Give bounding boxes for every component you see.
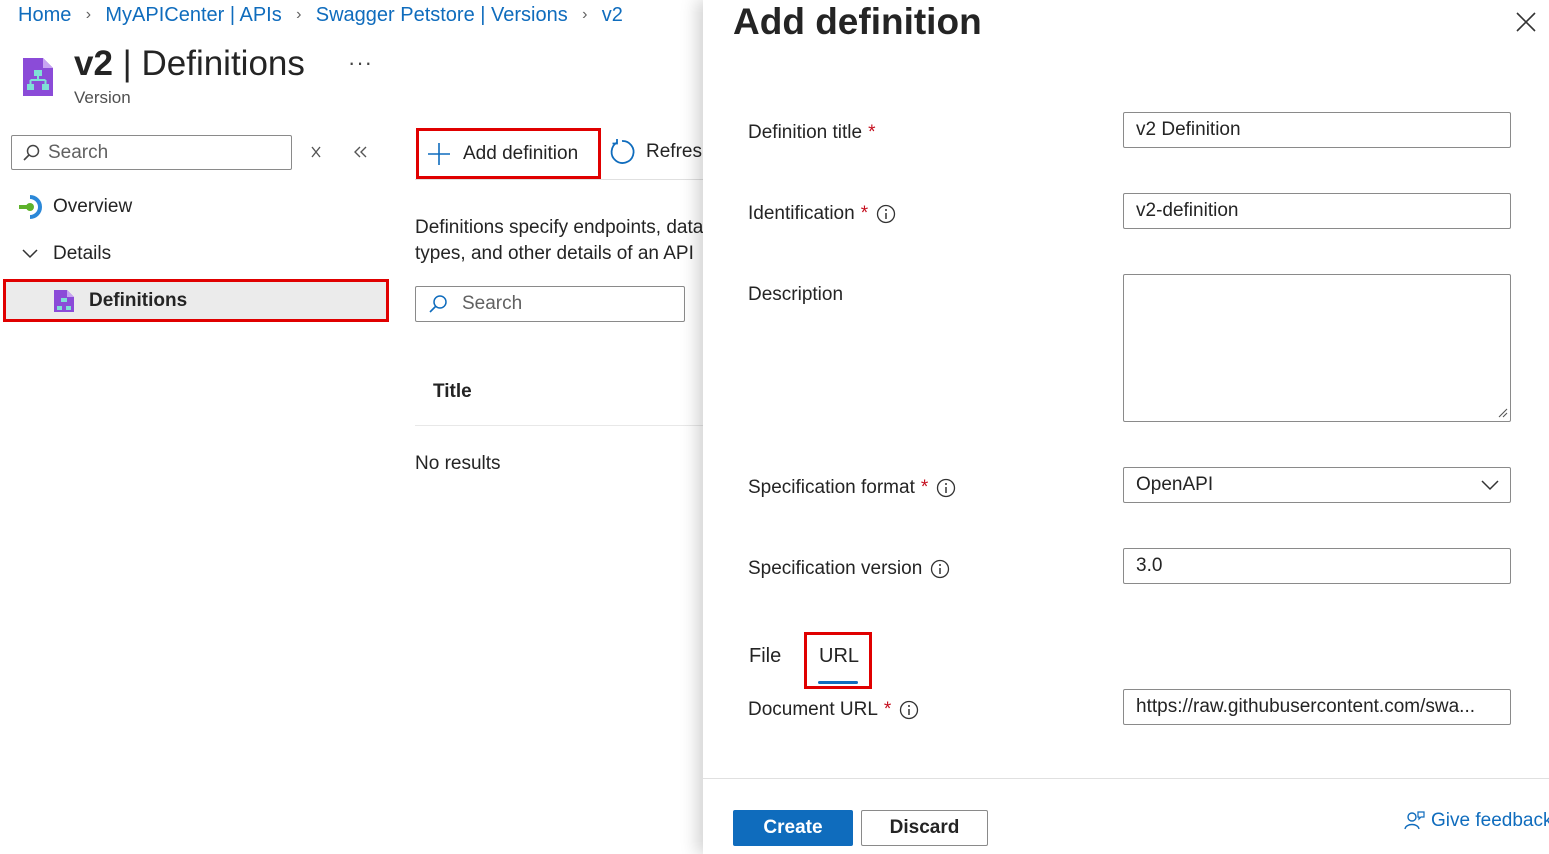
close-icon[interactable] bbox=[1515, 11, 1537, 33]
chevron-right-icon: › bbox=[85, 6, 92, 23]
search-icon bbox=[23, 144, 40, 161]
field-label-text: Document URL bbox=[748, 699, 878, 720]
column-header-title[interactable]: Title bbox=[433, 381, 472, 403]
chevron-down-icon bbox=[1481, 480, 1499, 491]
create-button[interactable]: Create bbox=[733, 810, 853, 846]
plus-icon bbox=[428, 142, 450, 165]
info-icon[interactable] bbox=[876, 204, 896, 224]
definition-title-label: Definition title * bbox=[748, 122, 875, 144]
sidebar-item-label: Details bbox=[53, 243, 112, 264]
info-icon[interactable] bbox=[930, 559, 950, 579]
overview-icon bbox=[19, 195, 42, 219]
chevron-down-icon bbox=[22, 249, 38, 259]
breadcrumb-home[interactable]: Home bbox=[18, 4, 71, 27]
refresh-button[interactable]: Refresh bbox=[608, 138, 713, 166]
breadcrumb-versions[interactable]: Swagger Petstore | Versions bbox=[316, 4, 568, 27]
required-marker: * bbox=[860, 203, 869, 224]
selected-tab-indicator bbox=[818, 681, 858, 684]
panel-title: Add definition bbox=[733, 1, 982, 42]
sidebar-search-input[interactable] bbox=[48, 141, 268, 164]
give-feedback-link[interactable]: Give feedback bbox=[1403, 810, 1549, 832]
spec-version-label: Specification version bbox=[748, 558, 950, 580]
field-label-text: Specification format bbox=[748, 477, 915, 498]
required-marker: * bbox=[920, 477, 929, 498]
table-header-divider bbox=[415, 425, 705, 426]
search-icon bbox=[429, 295, 447, 313]
page-subtitle: Version bbox=[74, 88, 131, 107]
definitions-search bbox=[415, 286, 685, 322]
empty-state-text: No results bbox=[415, 453, 501, 474]
api-version-icon bbox=[21, 56, 55, 98]
sidebar-item-details[interactable]: Details bbox=[20, 240, 111, 268]
page-title-section: | Definitions bbox=[112, 44, 305, 83]
spec-version-input[interactable] bbox=[1123, 548, 1511, 584]
definition-title-input[interactable] bbox=[1123, 112, 1511, 148]
field-label-text: Description bbox=[748, 284, 844, 305]
description-label: Description bbox=[748, 284, 843, 306]
breadcrumb-apis[interactable]: MyAPICenter | APIs bbox=[105, 4, 281, 27]
sidebar-item-label: Overview bbox=[53, 196, 133, 217]
spec-format-label: Specification format * bbox=[748, 477, 956, 499]
identification-input[interactable] bbox=[1123, 193, 1511, 229]
tab-url[interactable]: URL bbox=[819, 645, 859, 668]
chevron-right-icon: › bbox=[582, 6, 588, 23]
required-marker: * bbox=[868, 122, 876, 143]
definitions-search-input[interactable] bbox=[462, 293, 662, 315]
page-title: v2 | Definitions bbox=[74, 42, 305, 86]
refresh-icon bbox=[610, 139, 635, 164]
description-textarea[interactable] bbox=[1123, 274, 1511, 422]
field-label-text: Definition title bbox=[748, 122, 863, 143]
page-title-version: v2 bbox=[74, 44, 113, 83]
more-options-button[interactable]: ··· bbox=[348, 50, 373, 76]
sidebar-item-definitions[interactable]: Definitions bbox=[6, 282, 386, 320]
breadcrumb: Home › MyAPICenter | APIs › Swagger Pets… bbox=[18, 2, 623, 28]
resize-grip-icon[interactable] bbox=[1496, 406, 1508, 418]
required-marker: * bbox=[883, 699, 892, 720]
breadcrumb-v2[interactable]: v2 bbox=[602, 4, 623, 27]
field-label-text: Specification version bbox=[748, 558, 923, 579]
collapse-sidebar-icon[interactable] bbox=[350, 142, 372, 162]
document-url-label: Document URL * bbox=[748, 699, 919, 721]
identification-label: Identification * bbox=[748, 203, 896, 225]
spec-format-value: OpenAPI bbox=[1136, 474, 1214, 495]
document-url-input[interactable] bbox=[1123, 689, 1511, 725]
chevron-right-icon: › bbox=[296, 6, 302, 23]
sidebar-item-label: Definitions bbox=[89, 290, 188, 311]
info-icon[interactable] bbox=[899, 700, 919, 720]
definitions-icon bbox=[54, 290, 74, 312]
info-icon[interactable] bbox=[936, 478, 956, 498]
add-definition-label: Add definition bbox=[463, 142, 579, 164]
clear-search-icon[interactable] bbox=[306, 142, 326, 162]
add-definition-panel: Add definition Definition title * Identi… bbox=[703, 0, 1549, 854]
footer-divider bbox=[703, 778, 1549, 779]
discard-button[interactable]: Discard bbox=[861, 810, 988, 846]
field-label-text: Identification bbox=[748, 203, 855, 224]
spec-format-dropdown[interactable]: OpenAPI bbox=[1123, 467, 1511, 503]
feedback-icon bbox=[1404, 811, 1425, 830]
add-definition-button[interactable]: Add definition bbox=[420, 131, 578, 176]
give-feedback-label: Give feedback bbox=[1431, 810, 1549, 831]
sidebar-search bbox=[11, 135, 292, 170]
definitions-description: Definitions specify endpoints, data type… bbox=[415, 217, 704, 264]
sidebar-item-overview[interactable]: Overview bbox=[17, 193, 132, 221]
toolbar-divider bbox=[415, 179, 705, 180]
tab-file[interactable]: File bbox=[749, 645, 781, 668]
